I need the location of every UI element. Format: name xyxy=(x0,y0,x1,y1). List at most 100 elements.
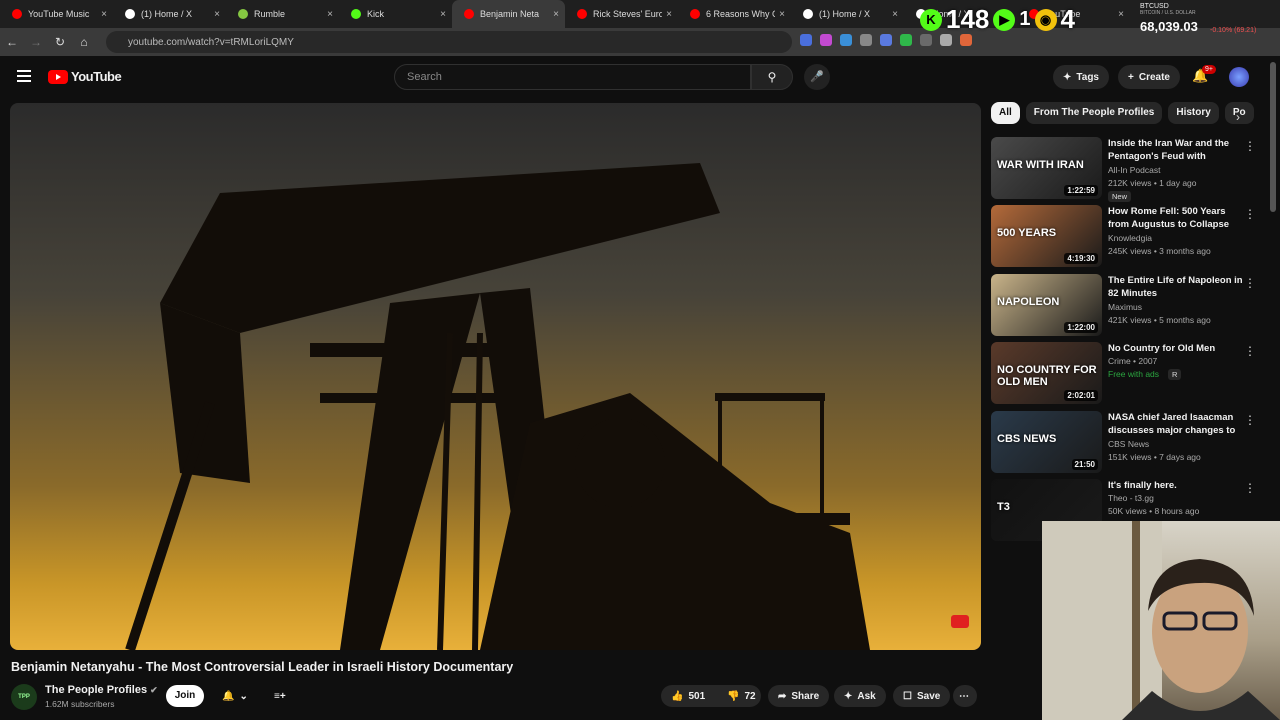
ask-label: Ask xyxy=(857,690,876,702)
chevron-right-icon[interactable]: › xyxy=(1236,110,1240,124)
more-vertical-icon[interactable]: ⋮ xyxy=(1244,344,1256,358)
tab-close-icon[interactable]: × xyxy=(1118,9,1124,20)
search-input[interactable]: Search xyxy=(394,64,751,90)
extension-icon[interactable] xyxy=(920,34,932,46)
back-icon[interactable]: ← xyxy=(0,35,24,49)
tab-close-icon[interactable]: × xyxy=(666,9,672,20)
share-icon: ➦ xyxy=(778,690,787,702)
thumbnail-text: WAR WITH IRAN xyxy=(997,159,1084,171)
duration-badge: 1:22:59 xyxy=(1064,185,1098,196)
voice-search-button[interactable]: 🎤 xyxy=(804,64,830,90)
video-thumbnail[interactable]: CBS NEWS 21:50 xyxy=(991,411,1102,473)
video-thumbnail[interactable]: NAPOLEON 1:22:00 xyxy=(991,274,1102,336)
recommendation-title[interactable]: NASA chief Jared Isaacman discusses majo… xyxy=(1108,411,1243,437)
browser-tab[interactable]: Rick Steves' Europ × xyxy=(565,0,678,28)
tab-close-icon[interactable]: × xyxy=(327,9,333,20)
extension-icon[interactable] xyxy=(840,34,852,46)
join-button[interactable]: Join xyxy=(166,685,204,707)
save-button[interactable]: ☐ Save xyxy=(893,685,951,707)
filter-chip[interactable]: History xyxy=(1168,102,1219,124)
browser-tab[interactable]: (1) Home / X × xyxy=(791,0,904,28)
thumbnail-text: NO COUNTRY FOR OLD MEN xyxy=(997,364,1097,388)
account-avatar[interactable] xyxy=(1229,67,1249,87)
forward-icon[interactable]: → xyxy=(24,35,48,49)
tab-close-icon[interactable]: × xyxy=(214,9,220,20)
tags-button[interactable]: ✦ Tags xyxy=(1053,65,1109,89)
address-bar[interactable]: youtube.com/watch?v=tRMLoriLQMY xyxy=(106,31,792,53)
youtube-play-icon xyxy=(48,69,68,84)
recommendation-channel[interactable]: Theo - t3.gg xyxy=(1108,493,1154,503)
more-vertical-icon[interactable]: ⋮ xyxy=(1244,207,1256,221)
create-button[interactable]: + Create xyxy=(1118,65,1180,89)
add-to-queue-button[interactable]: ≡+ xyxy=(264,685,296,707)
like-button[interactable]: 👍 501 xyxy=(661,685,717,707)
tab-close-icon[interactable]: × xyxy=(892,9,898,20)
tab-label: Benjamin Neta xyxy=(480,9,540,19)
recommendation-item[interactable]: CBS NEWS 21:50 NASA chief Jared Isaacman d… xyxy=(991,411,1256,475)
browser-tab[interactable]: (1) Home / X × xyxy=(113,0,226,28)
ask-button[interactable]: ✦ Ask xyxy=(834,685,886,707)
extension-icon[interactable] xyxy=(860,34,872,46)
browser-tab[interactable]: Kick × xyxy=(339,0,452,28)
search-button[interactable]: ⚲ xyxy=(751,64,793,90)
video-title: Benjamin Netanyahu - The Most Controvers… xyxy=(11,660,514,674)
share-button[interactable]: ➦ Share xyxy=(768,685,830,707)
subscriber-count: 1.62M subscribers xyxy=(45,699,115,709)
channel-avatar[interactable]: TPP xyxy=(11,684,37,710)
extension-icon[interactable] xyxy=(880,34,892,46)
tab-close-icon[interactable]: × xyxy=(101,9,107,20)
tab-close-icon[interactable]: × xyxy=(440,9,446,20)
recommendation-item[interactable]: NO COUNTRY FOR OLD MEN 2:02:01 No Country … xyxy=(991,342,1256,406)
youtube-logo[interactable]: YouTube xyxy=(48,69,122,84)
dislike-button[interactable]: 👎 72 xyxy=(717,685,761,707)
video-thumbnail[interactable]: NO COUNTRY FOR OLD MEN 2:02:01 xyxy=(991,342,1102,404)
browser-tab[interactable]: YouTube Music × xyxy=(0,0,113,28)
video-thumbnail[interactable]: 500 YEARS 4:19:30 xyxy=(991,205,1102,267)
video-thumbnail[interactable]: WAR WITH IRAN 1:22:59 xyxy=(991,137,1102,199)
video-player[interactable] xyxy=(10,103,981,650)
recommendation-channel[interactable]: Knowledgia xyxy=(1108,233,1152,243)
recommendation-channel[interactable]: All-In Podcast xyxy=(1108,165,1160,175)
recommendation-title[interactable]: Inside the Iran War and the Pentagon's F… xyxy=(1108,137,1243,163)
more-vertical-icon[interactable]: ⋮ xyxy=(1244,413,1256,427)
subscribe-bell-button[interactable]: 🔔 ⌄ xyxy=(212,685,258,707)
browser-tab[interactable]: 6 Reasons Why C × xyxy=(678,0,791,28)
recommendation-title[interactable]: No Country for Old Men xyxy=(1108,342,1243,355)
tab-close-icon[interactable]: × xyxy=(553,9,559,20)
tab-close-icon[interactable]: × xyxy=(779,9,785,20)
recommendation-channel[interactable]: CBS News xyxy=(1108,439,1149,449)
recommendation-title[interactable]: How Rome Fell: 500 Years from Augustus t… xyxy=(1108,205,1243,231)
recommendation-item[interactable]: NAPOLEON 1:22:00 The Entire Life of Napole… xyxy=(991,274,1256,338)
extension-icon[interactable] xyxy=(820,34,832,46)
filter-chip[interactable]: All xyxy=(991,102,1020,124)
filter-chip[interactable]: From The People Profiles xyxy=(1025,102,1163,124)
browser-tab[interactable]: Rumble × xyxy=(226,0,339,28)
recommendation-title[interactable]: The Entire Life of Napoleon in 82 Minute… xyxy=(1108,274,1243,300)
more-vertical-icon[interactable]: ⋮ xyxy=(1244,481,1256,495)
ticker-change: -0.10% (69.21) xyxy=(1210,27,1257,34)
extension-icon[interactable] xyxy=(960,34,972,46)
page-scrollbar[interactable] xyxy=(1270,62,1276,212)
recommendation-channel[interactable]: Crime • 2007 xyxy=(1108,356,1157,366)
extension-icon[interactable] xyxy=(900,34,912,46)
recommendation-channel[interactable]: Maximus xyxy=(1108,302,1142,312)
more-vertical-icon[interactable]: ⋮ xyxy=(1244,276,1256,290)
extension-icon[interactable] xyxy=(800,34,812,46)
channel-name[interactable]: The People Profiles ✔ xyxy=(45,684,158,696)
browser-tab[interactable]: Benjamin Neta × xyxy=(452,0,565,28)
browser-tab-bar: YouTube Music × (1) Home / X × Rumble × Kick × B… xyxy=(0,0,1280,28)
recommendation-item[interactable]: 500 YEARS 4:19:30 How Rome Fell: 500 Years… xyxy=(991,205,1256,269)
search-icon: ⚲ xyxy=(767,70,777,84)
tab-favicon-icon xyxy=(125,9,135,19)
recommendation-item[interactable]: WAR WITH IRAN 1:22:59 Inside the Iran War … xyxy=(991,137,1256,202)
recommendation-title[interactable]: It's finally here. xyxy=(1108,479,1243,492)
play-count: 1 xyxy=(1019,8,1031,30)
youtube-watermark-icon[interactable] xyxy=(951,615,969,628)
more-actions-button[interactable]: ⋯ xyxy=(953,685,977,707)
kick-logo-icon: K xyxy=(920,8,942,31)
reload-icon[interactable]: ↻ xyxy=(48,35,72,49)
hamburger-menu-icon[interactable] xyxy=(17,70,31,85)
more-vertical-icon[interactable]: ⋮ xyxy=(1244,139,1256,153)
home-icon[interactable]: ⌂ xyxy=(72,35,96,49)
extension-icon[interactable] xyxy=(940,34,952,46)
